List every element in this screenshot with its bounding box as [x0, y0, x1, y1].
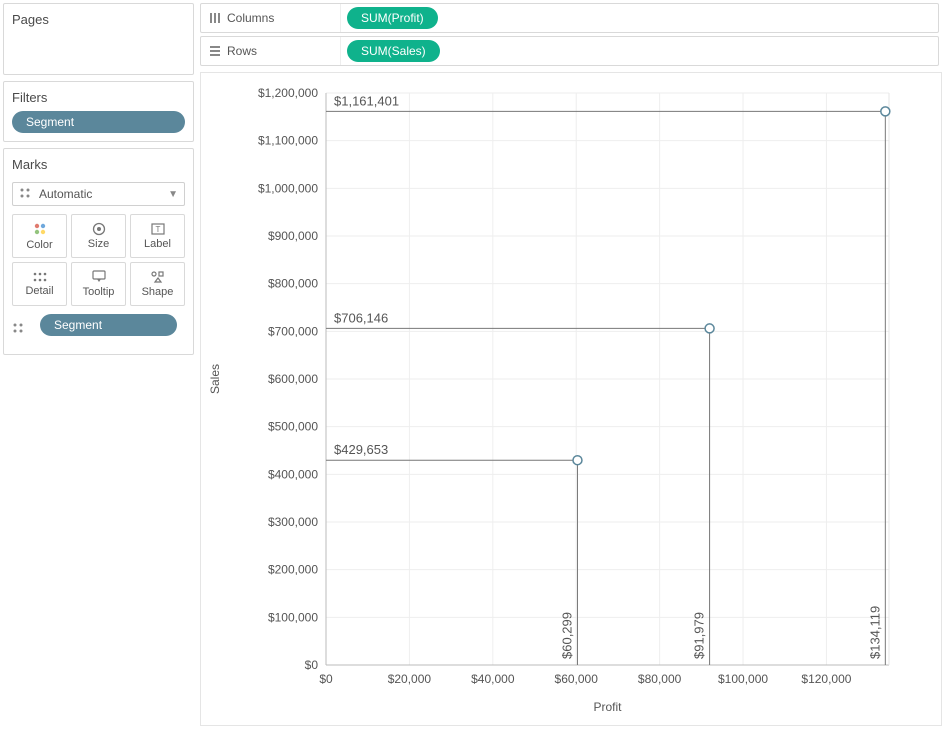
tooltip-icon — [91, 270, 107, 284]
detail-icon — [32, 271, 48, 283]
y-axis-title: Sales — [208, 364, 222, 394]
marks-shape-pill-label: Segment — [54, 318, 102, 332]
marks-card: Marks Automatic ▼ — [3, 148, 194, 355]
x-tick-label: $20,000 — [388, 672, 432, 686]
x-tick-label: $80,000 — [638, 672, 682, 686]
rows-label: Rows — [227, 44, 257, 58]
filter-pill-label: Segment — [26, 115, 74, 129]
marks-size-button[interactable]: Size — [71, 214, 126, 258]
rows-shelf[interactable]: Rows SUM(Sales) — [200, 36, 939, 66]
y-tick-label: $700,000 — [268, 324, 318, 338]
point-x-label: $91,979 — [692, 612, 707, 659]
app-root: Pages Filters Segment Marks Automatic — [0, 0, 945, 729]
marks-type-select[interactable]: Automatic ▼ — [12, 182, 185, 206]
columns-shelf[interactable]: Columns SUM(Profit) — [200, 3, 939, 33]
x-tick-label: $120,000 — [801, 672, 851, 686]
columns-pill-label: SUM(Profit) — [361, 11, 424, 25]
data-point[interactable] — [573, 456, 582, 465]
y-tick-label: $200,000 — [268, 563, 318, 577]
rows-icon — [209, 45, 221, 57]
viz-canvas[interactable]: $0 $100,000 $200,000 $300,000 $400,000 $500,0… — [200, 72, 942, 726]
x-tick-label: $100,000 — [718, 672, 768, 686]
y-tick-label: $0 — [305, 658, 319, 672]
marks-shape-button[interactable]: Shape — [130, 262, 185, 306]
right-area: Columns SUM(Profit) — [197, 0, 945, 729]
columns-icon — [209, 12, 221, 24]
rows-pill-sales[interactable]: SUM(Sales) — [347, 40, 440, 62]
point-y-label: $1,161,401 — [334, 93, 399, 108]
size-icon — [90, 222, 108, 236]
marks-shape-pill-segment[interactable]: Segment — [40, 314, 177, 336]
x-tick-label: $40,000 — [471, 672, 515, 686]
marks-detail-label: Detail — [25, 285, 53, 297]
point-x-label: $60,299 — [559, 612, 574, 659]
marks-title: Marks — [4, 149, 193, 178]
y-tick-label: $1,200,000 — [258, 86, 318, 100]
filters-title: Filters — [4, 82, 193, 111]
y-tick-label: $600,000 — [268, 372, 318, 386]
columns-label: Columns — [227, 11, 274, 25]
marks-shape-label: Shape — [142, 286, 174, 298]
color-icon — [32, 221, 48, 237]
y-tick-label: $800,000 — [268, 277, 318, 291]
shape-shelf-icon — [12, 322, 26, 336]
marks-type-label: Automatic — [39, 187, 92, 201]
shape-auto-icon — [19, 187, 33, 201]
chevron-down-icon: ▼ — [168, 189, 178, 200]
marks-detail-button[interactable]: Detail — [12, 262, 67, 306]
x-tick-label: $0 — [319, 672, 333, 686]
y-tick-label: $300,000 — [268, 515, 318, 529]
marks-tooltip-button[interactable]: Tooltip — [71, 262, 126, 306]
chart-svg: $0 $100,000 $200,000 $300,000 $400,000 $500,0… — [201, 73, 939, 725]
marks-size-label: Size — [88, 238, 109, 250]
filters-card[interactable]: Filters Segment — [3, 81, 194, 142]
rows-pill-label: SUM(Sales) — [361, 44, 426, 58]
shapes-icon — [150, 270, 166, 284]
filter-pill-segment[interactable]: Segment — [12, 111, 185, 133]
columns-pill-profit[interactable]: SUM(Profit) — [347, 7, 438, 29]
marks-color-label: Color — [26, 239, 52, 251]
y-tick-label: $100,000 — [268, 610, 318, 624]
y-tick-label: $500,000 — [268, 420, 318, 434]
data-point[interactable] — [705, 324, 714, 333]
label-icon: T — [150, 222, 166, 236]
marks-buttons-grid: Color Size T — [4, 214, 193, 314]
svg-text:T: T — [155, 225, 160, 234]
point-x-label: $134,119 — [867, 606, 882, 659]
marks-color-button[interactable]: Color — [12, 214, 67, 258]
pages-card[interactable]: Pages — [3, 3, 194, 75]
marks-label-label: Label — [144, 238, 171, 250]
marks-shape-shelf: Segment — [4, 314, 193, 354]
point-y-label: $429,653 — [334, 442, 388, 457]
y-tick-label: $400,000 — [268, 467, 318, 481]
y-tick-label: $1,000,000 — [258, 181, 318, 195]
y-tick-label: $900,000 — [268, 229, 318, 243]
x-tick-label: $60,000 — [555, 672, 599, 686]
marks-tooltip-label: Tooltip — [83, 286, 115, 298]
point-y-label: $706,146 — [334, 310, 388, 325]
data-point[interactable] — [881, 107, 890, 116]
y-tick-label: $1,100,000 — [258, 134, 318, 148]
marks-label-button[interactable]: T Label — [130, 214, 185, 258]
shelves-area: Columns SUM(Profit) — [197, 0, 945, 66]
x-axis-title: Profit — [593, 700, 622, 714]
pages-title: Pages — [4, 4, 193, 33]
left-sidebar: Pages Filters Segment Marks Automatic — [0, 0, 197, 729]
